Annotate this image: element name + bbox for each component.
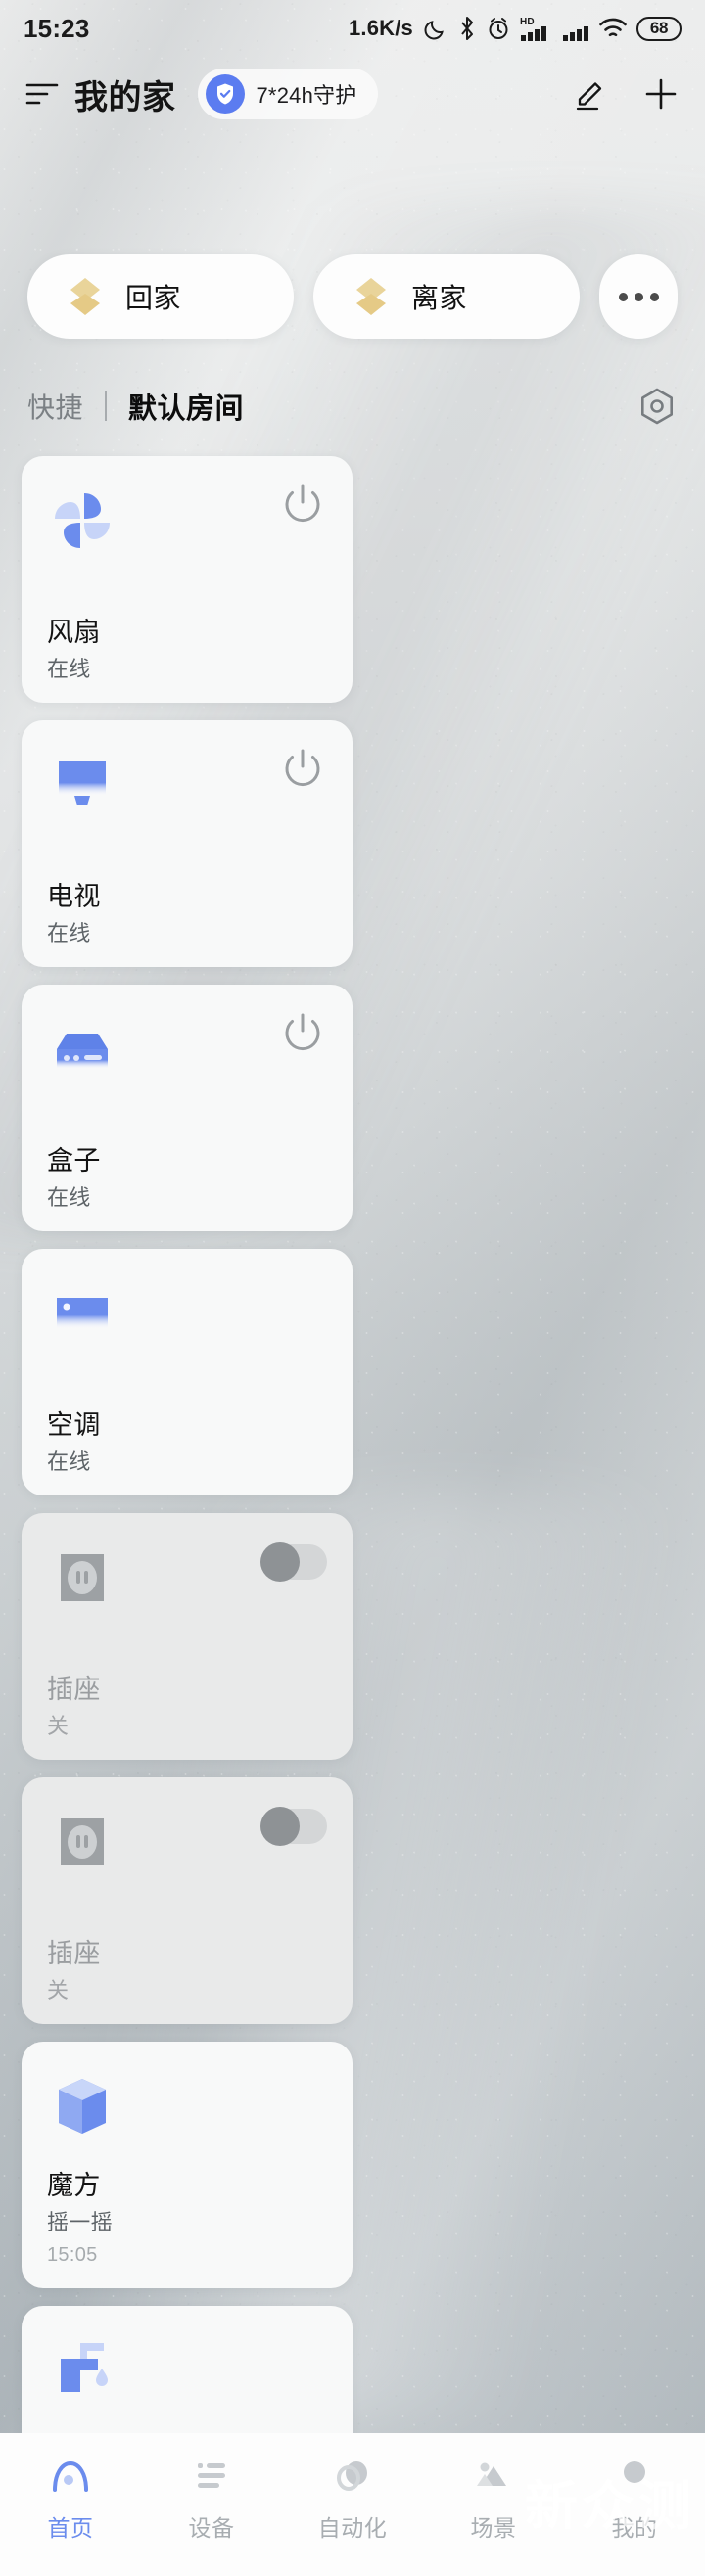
device-card[interactable]: 魔方摇一摇 15:05 [22, 2042, 352, 2288]
nav-item-scenes[interactable]: 场景 [423, 2455, 564, 2543]
tab-quick[interactable]: 快捷 [27, 387, 83, 426]
hex-settings-icon[interactable] [636, 386, 678, 427]
home-arc-icon [53, 2461, 88, 2492]
device-card[interactable]: 风扇 在线 [22, 456, 352, 703]
power-button-icon[interactable] [278, 1010, 327, 1059]
menu-icon[interactable] [25, 81, 59, 107]
nav-label: 自动化 [317, 2515, 388, 2541]
pencil-edit-icon[interactable] [572, 75, 609, 113]
device-name: 空调 [47, 1409, 101, 1440]
device-list-icon [198, 2463, 225, 2488]
device-name: 盒子 [47, 1145, 101, 1175]
scene-label: 回家 [125, 283, 182, 313]
status-bar: 15:23 1.6K/s HD 68 [0, 0, 705, 57]
device-status: 关 [47, 1977, 70, 2002]
toggle-switch[interactable] [260, 1542, 327, 1582]
scene-shortcut-row: 回家 离家 [0, 254, 705, 339]
network-speed-text: 1.6K/s [348, 16, 413, 40]
profile-icon [624, 2461, 645, 2483]
scene-chip-away[interactable]: 离家 [313, 254, 580, 339]
shield-icon [205, 74, 245, 114]
device-name: 风扇 [47, 617, 101, 647]
phone-screen: 15:23 1.6K/s HD 68 我的家 7*24h守护 回家 离家 快捷 … [0, 0, 705, 2576]
hd-signal-icon: HD [520, 17, 546, 41]
tv-icon [47, 750, 118, 820]
wifi-icon [599, 18, 627, 37]
room-tab-row: 快捷 默认房间 [0, 384, 705, 429]
bottom-navigation: 首页 设备 自动化 场景 我的 [0, 2433, 705, 2576]
dot [649, 292, 659, 301]
device-card[interactable]: 空调 在线 [22, 1249, 352, 1495]
device-timestamp: 15:05 [47, 2244, 98, 2266]
device-card-text: 电视 在线 [47, 882, 327, 945]
signal-icon [563, 26, 588, 41]
device-name: 魔方 [47, 2170, 101, 2200]
device-status: 摇一摇 [47, 2209, 113, 2234]
device-card-text: 插座关 [47, 1675, 327, 1738]
automation-icon [337, 2461, 367, 2491]
device-status: 在线 [47, 1449, 91, 1474]
battery-level: 68 [649, 19, 669, 37]
moon-icon [424, 21, 444, 40]
set-top-box-icon [47, 1014, 118, 1084]
device-name: 插座 [47, 1938, 101, 1968]
bluetooth-icon [461, 17, 473, 40]
device-card-text: 风扇 在线 [47, 618, 327, 681]
tab-divider [105, 391, 108, 421]
status-time: 15:23 [24, 13, 90, 43]
power-button-icon[interactable] [278, 746, 327, 795]
scene-label: 离家 [411, 283, 468, 313]
dot [634, 292, 643, 301]
device-status: 在线 [47, 656, 91, 681]
nav-item-profile[interactable]: 我的 [564, 2455, 705, 2543]
diamond-stack-icon [70, 278, 100, 315]
dot [618, 292, 628, 301]
device-card[interactable]: 盒子 在线 [22, 985, 352, 1231]
svg-text:HD: HD [520, 17, 535, 27]
nav-item-devices[interactable]: 设备 [141, 2455, 282, 2543]
header-actions [572, 75, 680, 113]
socket-icon [47, 1807, 118, 1877]
nav-label: 我的 [611, 2515, 658, 2541]
device-status: 在线 [47, 920, 91, 945]
nav-item-automation[interactable]: 自动化 [282, 2455, 423, 2543]
tab-default-room[interactable]: 默认房间 [128, 386, 244, 427]
nav-label: 首页 [47, 2515, 94, 2541]
device-name: 电视 [47, 881, 101, 911]
device-card[interactable]: 电视 在线 [22, 720, 352, 967]
socket-icon [47, 1542, 118, 1613]
device-card-text: 空调 在线 [47, 1410, 327, 1474]
fan-icon [47, 485, 118, 556]
nav-label: 设备 [188, 2515, 235, 2541]
toggle-switch[interactable] [260, 1807, 327, 1846]
alarm-icon [489, 18, 508, 39]
app-header: 我的家 7*24h守护 [0, 57, 705, 131]
power-button-icon[interactable] [278, 482, 327, 530]
air-conditioner-icon [47, 1278, 118, 1349]
scene-mountain-icon [477, 2462, 506, 2486]
cube-icon [47, 2071, 118, 2141]
nav-label: 场景 [470, 2515, 517, 2541]
guard-badge-pill[interactable]: 7*24h守护 [197, 69, 379, 119]
device-card-text: 插座关 [47, 1939, 327, 2002]
device-card[interactable]: 插座关 [22, 1513, 352, 1760]
device-status: 关 [47, 1713, 70, 1738]
battery-icon: 68 [636, 16, 682, 41]
device-name: 插座 [47, 1674, 101, 1704]
more-icon[interactable] [599, 254, 678, 339]
status-icons: 1.6K/s HD 68 [349, 15, 682, 42]
device-card-text: 盒子 在线 [47, 1146, 327, 1210]
water-leak-icon [47, 2335, 118, 2406]
device-status: 在线 [47, 1184, 91, 1210]
guard-badge-label: 7*24h守护 [256, 83, 357, 108]
device-card-text: 魔方摇一摇 15:05 [47, 2171, 327, 2267]
diamond-stack-icon [356, 278, 386, 315]
device-grid: 风扇 在线 电视 在线 盒子 在线 空调 在线 插座 关 插座 关 魔方 摇一摇… [0, 456, 705, 2576]
nav-item-home[interactable]: 首页 [0, 2455, 141, 2543]
scene-chip-home[interactable]: 回家 [27, 254, 294, 339]
plus-icon[interactable] [642, 75, 680, 113]
device-card[interactable]: 插座关 [22, 1777, 352, 2024]
page-title[interactable]: 我的家 [74, 70, 176, 118]
